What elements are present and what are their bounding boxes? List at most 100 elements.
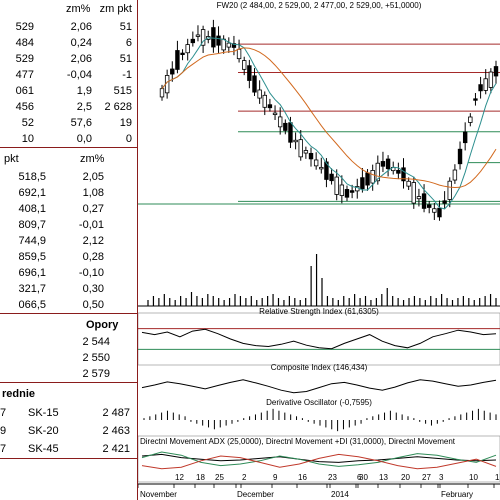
quote-value: 477	[15, 69, 34, 81]
quote-pts: 51	[119, 21, 132, 33]
quote-row: 10 0,0 0	[0, 132, 137, 148]
indices-header: pkt zm%	[0, 152, 137, 168]
divider	[0, 313, 137, 314]
candle-body	[339, 184, 345, 196]
candle-body	[488, 71, 494, 88]
candle-body	[426, 204, 432, 208]
quote-value: 529	[15, 21, 34, 33]
candle-body	[411, 182, 416, 204]
index-pct: -0,10	[78, 267, 104, 279]
ma-left: 7	[0, 443, 7, 455]
candle-body	[360, 177, 365, 190]
quote-pts: -1	[122, 69, 132, 81]
quote-row: 529 2,06 51	[0, 52, 137, 68]
candle-body	[452, 169, 458, 181]
quote-pts: 515	[113, 85, 132, 97]
x-tick-label: November	[140, 490, 177, 499]
index-value: 066,5	[18, 299, 46, 311]
quote-pts: 2 628	[104, 101, 132, 113]
index-value: 696,1	[18, 267, 46, 279]
candle-body	[216, 35, 221, 46]
oscillator-title: Derivative Oscillator (-0,7595)	[266, 398, 372, 407]
candle-body	[247, 65, 252, 81]
candle-body	[421, 193, 427, 209]
header-pct: zm%	[80, 153, 105, 165]
candle-body	[298, 139, 303, 158]
candle-body	[221, 38, 226, 51]
candle-body	[308, 152, 314, 160]
quotes-header: zm% zm pkt	[0, 2, 137, 18]
candle-body	[478, 84, 483, 92]
resistance-header: Opory	[0, 318, 137, 334]
quote-row: 456 2,5 2 628	[0, 100, 137, 116]
ma-row: 9 SK-20 2 463	[0, 424, 137, 440]
resistance-title: Opory	[86, 319, 119, 331]
candle-body	[272, 112, 278, 115]
candle-body	[170, 68, 175, 75]
x-tick-label: 6	[357, 473, 362, 482]
ma-left: 7	[0, 407, 7, 419]
x-tick-label: 23	[328, 473, 337, 482]
index-row: 744,9 2,12	[0, 234, 137, 250]
resistance-row: 2 550	[0, 351, 137, 367]
ma-row: 7 SK-45 2 421	[0, 442, 137, 458]
quote-pct: 2,06	[70, 53, 92, 65]
candle-body	[344, 189, 350, 198]
resistance-value: 2 550	[82, 352, 110, 364]
quote-row: 484 0,24 6	[0, 36, 137, 52]
candle-body	[349, 190, 355, 193]
index-row: 809,7 -0,01	[0, 218, 137, 234]
quote-value: 456	[15, 101, 34, 113]
divider	[0, 147, 137, 148]
rsi-panel	[137, 312, 500, 366]
ma-title: rednie	[2, 388, 36, 400]
candle-body	[462, 131, 468, 144]
quote-pct: 0,24	[70, 37, 92, 49]
index-pct: 0,50	[82, 299, 104, 311]
x-tick-label: 2014	[331, 490, 349, 499]
quote-row: 061 1,9 515	[0, 84, 137, 100]
quote-row: 529 2,06 51	[0, 20, 137, 36]
resistance-row: 2 544	[0, 335, 137, 351]
resistance-value: 2 544	[82, 336, 110, 348]
header-pts: zm pkt	[99, 3, 132, 15]
candle-body	[293, 139, 298, 143]
ma-label: SK-20	[28, 425, 59, 437]
quote-pct: 2,06	[70, 21, 92, 33]
candle-body	[432, 208, 437, 213]
index-row: 518,5 2,05	[0, 170, 137, 186]
x-tick-label: 16	[298, 473, 307, 482]
index-pct: 0,30	[82, 283, 104, 295]
candle-body	[319, 166, 324, 170]
quote-value: 484	[15, 37, 34, 49]
quote-pts: 6	[125, 37, 132, 49]
candle-body	[483, 78, 488, 91]
ma-value: 2 421	[102, 443, 130, 455]
index-pct: 2,12	[82, 235, 104, 247]
composite-title: Composite Index (146,434)	[271, 363, 368, 372]
index-value: 321,7	[18, 283, 46, 295]
index-pct: 1,08	[82, 187, 104, 199]
index-row: 692,1 1,08	[0, 186, 137, 202]
candle-body	[468, 116, 473, 123]
candle-body	[257, 89, 262, 99]
ma-row: 7 SK-15 2 487	[0, 406, 137, 422]
candle-body	[267, 104, 273, 109]
quote-pts: 51	[119, 53, 132, 65]
candle-body	[447, 180, 452, 200]
x-tick-label: 3	[439, 473, 444, 482]
resistance-value: 2 579	[82, 368, 110, 380]
chart-area: FW20 (2 484,00, 2 529,00, 2 477,00, 2 52…	[137, 0, 500, 500]
candle-body	[437, 207, 442, 218]
index-pct: 2,05	[82, 171, 104, 183]
candle-body	[442, 200, 447, 204]
quote-row: 52 57,6 19	[0, 116, 137, 132]
x-tick-label: February	[441, 490, 473, 499]
x-tick-label: 10	[469, 473, 478, 482]
index-value: 809,7	[18, 219, 46, 231]
ma-value: 2 463	[102, 425, 130, 437]
candle-body	[180, 52, 185, 56]
x-tick-label: December	[237, 490, 274, 499]
candle-body	[190, 38, 196, 44]
quote-pct: 2,5	[76, 101, 92, 113]
